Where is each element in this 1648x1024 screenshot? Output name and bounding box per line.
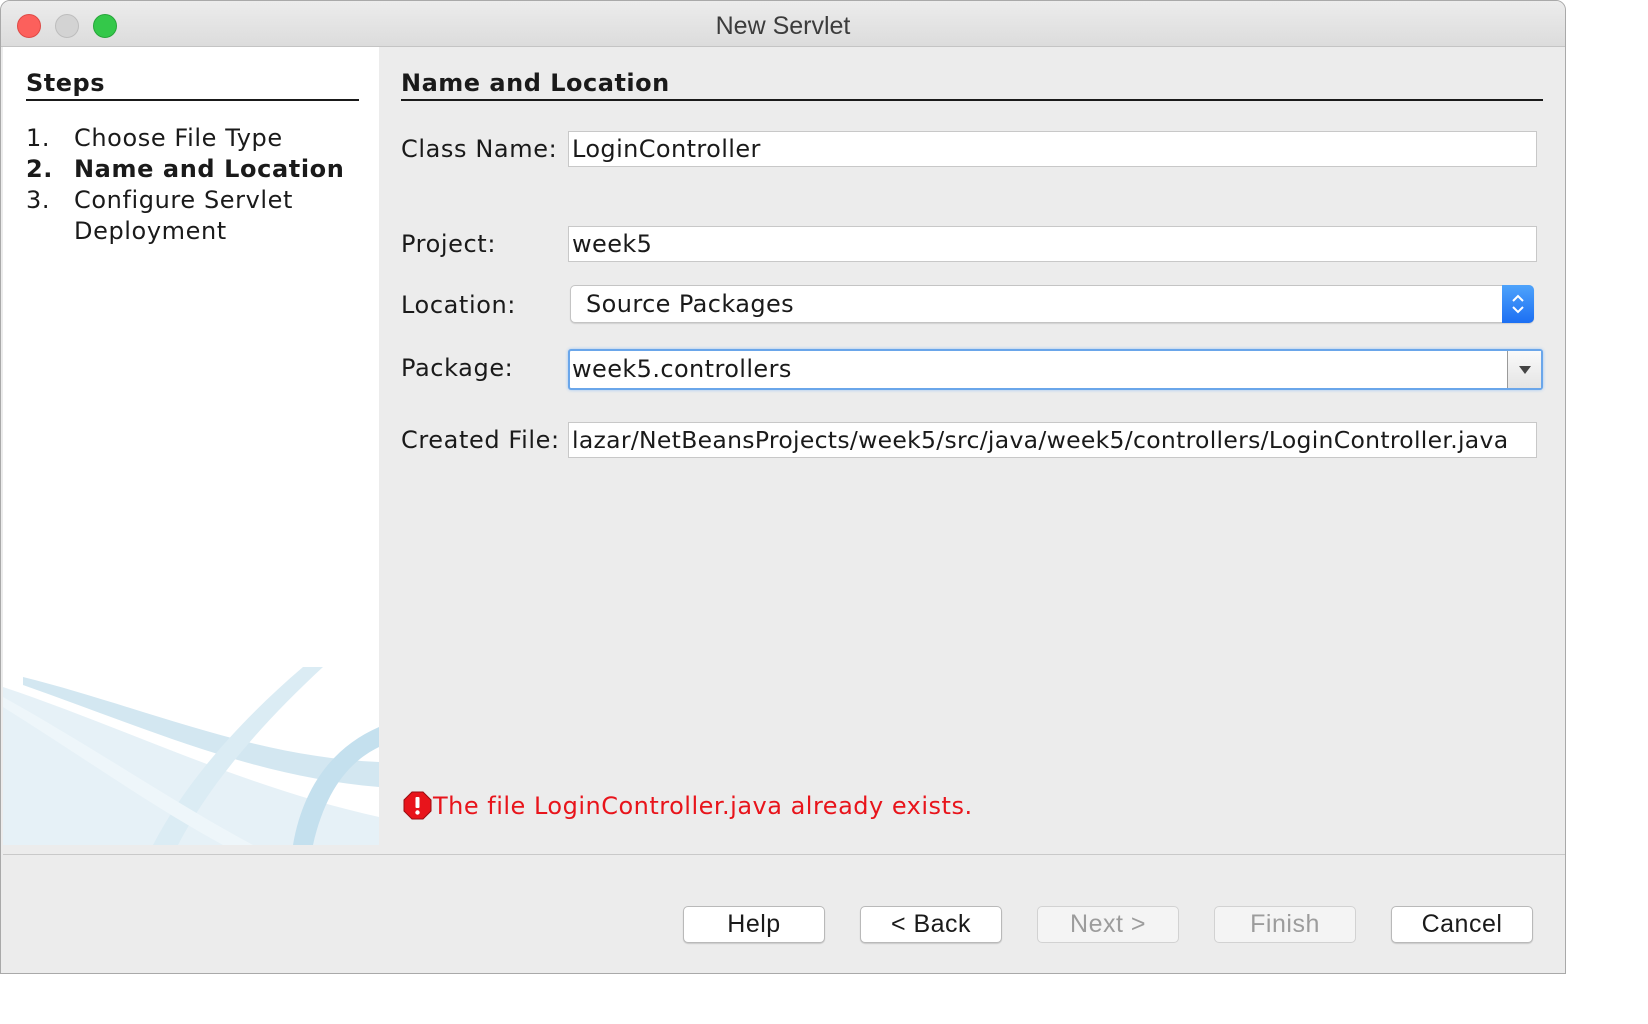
project-field: week5: [568, 226, 1537, 262]
package-label: Package:: [401, 354, 514, 382]
step-label: Name and Location: [74, 155, 345, 183]
steps-panel: Steps 1. Choose File Type 2. Name and Lo…: [3, 47, 379, 845]
step-item: 1. Choose File Type: [26, 123, 366, 154]
name-location-panel: Name and Location Class Name: LoginContr…: [379, 47, 1565, 845]
class-name-label: Class Name:: [401, 135, 558, 163]
back-button[interactable]: < Back: [860, 906, 1002, 943]
step-item-current: 2. Name and Location: [26, 154, 366, 185]
chevron-down-icon: [1518, 365, 1531, 374]
step-label: Configure Servlet Deployment: [74, 185, 293, 247]
created-file-label: Created File:: [401, 426, 560, 454]
step-item: 3. Configure Servlet Deployment: [26, 185, 366, 247]
location-label: Location:: [401, 291, 516, 319]
step-number: 2.: [26, 155, 54, 183]
step-label-line: Configure Servlet: [74, 186, 294, 214]
error-icon: [403, 791, 432, 820]
select-arrows-icon[interactable]: [1502, 285, 1534, 323]
steps-heading: Steps: [26, 69, 359, 101]
location-select-value: Source Packages: [586, 290, 795, 318]
button-bar-divider: [3, 854, 1565, 855]
wizard-decoration-image: [3, 667, 379, 845]
project-label: Project:: [401, 230, 496, 258]
created-file-field: lazar/NetBeansProjects/week5/src/java/we…: [568, 422, 1537, 458]
step-number: 1.: [26, 124, 51, 152]
cancel-button[interactable]: Cancel: [1391, 906, 1533, 943]
error-text: The file LoginController.java already ex…: [433, 791, 973, 820]
window-title: New Servlet: [715, 12, 851, 40]
desktop-background: [1566, 0, 1648, 1024]
title-bar[interactable]: New Servlet: [1, 1, 1565, 47]
step-label-line: Deployment: [74, 217, 227, 245]
error-message: The file LoginController.java already ex…: [403, 791, 973, 820]
package-input[interactable]: week5.controllers: [572, 351, 792, 388]
next-button[interactable]: Next >: [1037, 906, 1179, 943]
steps-list: 1. Choose File Type 2. Name and Location…: [26, 123, 366, 247]
step-label: Choose File Type: [74, 124, 283, 152]
finish-button[interactable]: Finish: [1214, 906, 1356, 943]
new-servlet-dialog: New Servlet Steps 1. Choose File Type 2.…: [0, 0, 1566, 974]
section-heading: Name and Location: [401, 69, 1543, 101]
package-dropdown-button[interactable]: [1507, 351, 1541, 388]
class-name-input[interactable]: LoginController: [568, 131, 1537, 167]
step-number: 3.: [26, 186, 51, 214]
package-combobox[interactable]: week5.controllers: [568, 349, 1543, 390]
location-select[interactable]: Source Packages: [570, 285, 1534, 323]
help-button[interactable]: Help: [683, 906, 825, 943]
